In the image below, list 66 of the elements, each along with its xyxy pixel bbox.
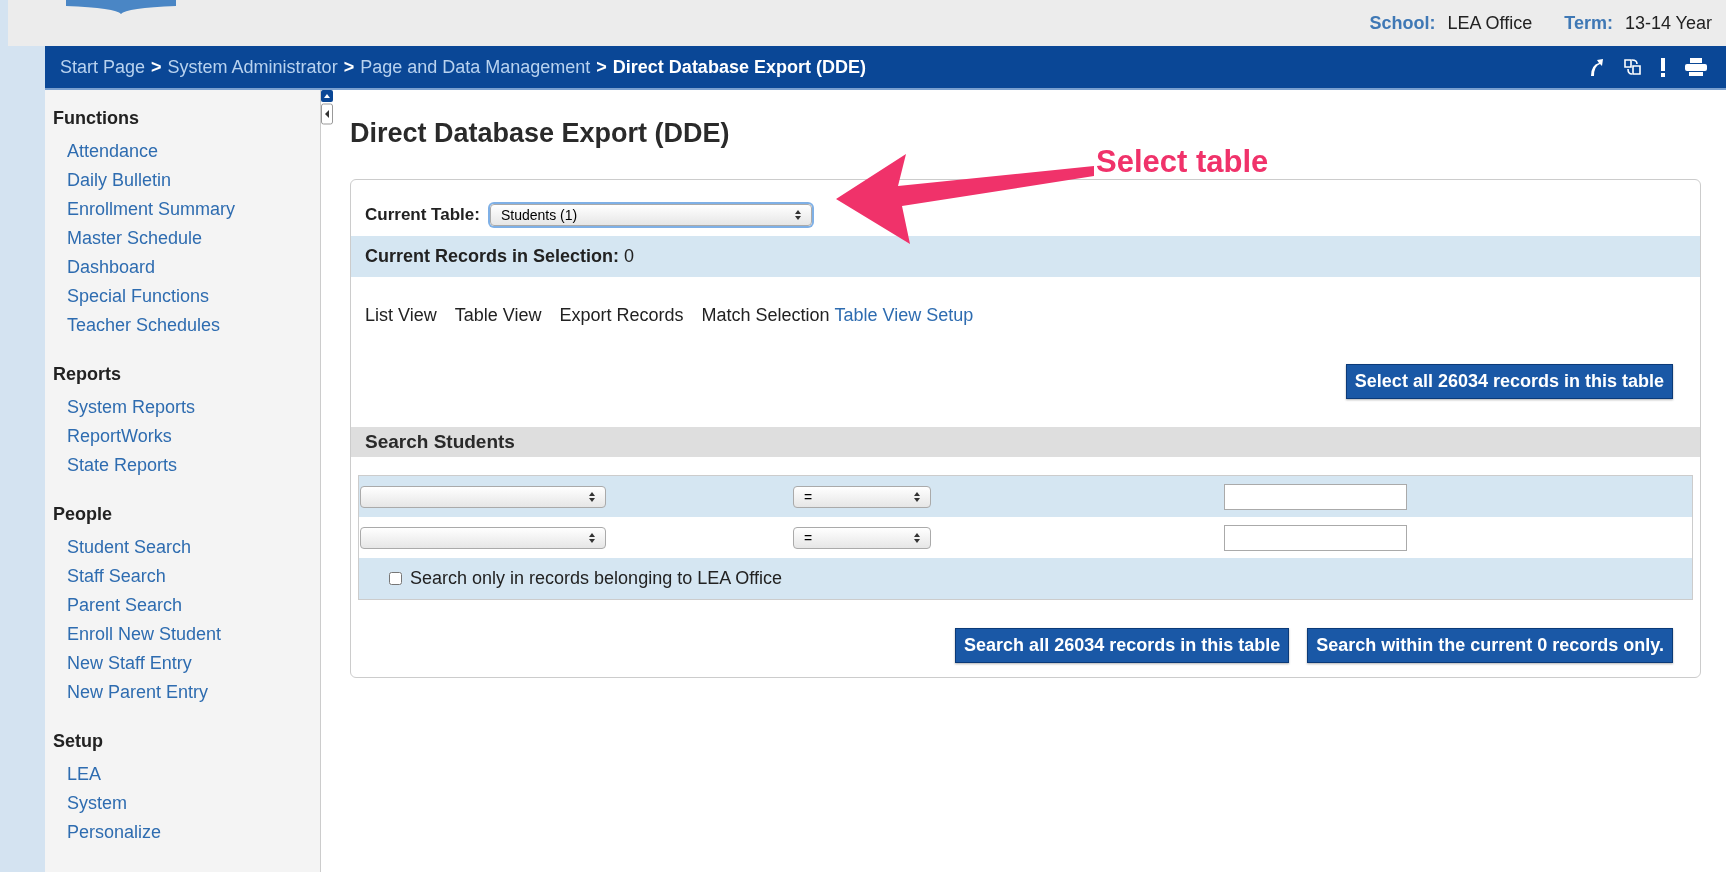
sidebar-link[interactable]: State Reports — [67, 451, 320, 480]
page-title: Direct Database Export (DDE) — [350, 118, 731, 149]
sidebar-link[interactable]: Attendance — [67, 137, 320, 166]
sidebar-heading: Reports — [53, 364, 122, 385]
value-input[interactable] — [1224, 483, 1407, 510]
restrict-label: Search only in records belonging to LEA Office — [410, 568, 782, 589]
view-link[interactable]: Table View — [454, 305, 542, 326]
search-button[interactable]: Search within the current 0 records only. — [1307, 628, 1673, 663]
search-heading: Search Students — [365, 431, 515, 452]
term-label: Term: — [1564, 13, 1613, 33]
current-table-label: Current Table: — [365, 205, 480, 225]
updown-icon — [589, 491, 595, 502]
share-arrow-icon[interactable] — [1588, 57, 1604, 77]
translate-icon[interactable] — [1622, 57, 1642, 77]
sidebar-link[interactable]: Staff Search — [67, 562, 320, 591]
alert-icon[interactable] — [1660, 57, 1666, 77]
search-button[interactable]: Search all 26034 records in this table — [955, 628, 1290, 663]
sidebar-link[interactable]: Parent Search — [67, 591, 320, 620]
view-link[interactable]: Table View Setup — [834, 305, 974, 326]
sidebar-link[interactable]: LEA — [67, 760, 320, 789]
sidebar-link[interactable]: Enroll New Student — [67, 620, 320, 649]
table-select[interactable]: Students (1) — [489, 204, 812, 226]
school-label: School: — [1369, 13, 1436, 33]
sidebar-link[interactable]: Dashboard — [67, 253, 320, 282]
updown-icon — [914, 532, 920, 543]
value-input[interactable] — [1224, 524, 1407, 551]
sidebar-link[interactable]: System — [67, 789, 320, 818]
breadcrumb-link[interactable]: System Administrator — [167, 56, 338, 78]
restrict-checkbox[interactable] — [389, 572, 402, 585]
sidebar-heading: People — [53, 504, 114, 525]
updown-icon — [794, 210, 801, 220]
sidebar-link[interactable]: Personalize — [67, 818, 320, 847]
selection-count: Current Records in Selection: 0 — [365, 246, 635, 266]
sidebar-link[interactable]: Master Schedule — [67, 224, 320, 253]
sidebar-link[interactable]: Enrollment Summary — [67, 195, 320, 224]
sidebar-link[interactable]: New Parent Entry — [67, 678, 320, 707]
operator-select[interactable]: = — [793, 526, 931, 549]
breadcrumb-link[interactable]: Page and Data Management — [360, 56, 591, 78]
sidebar-link[interactable]: Student Search — [67, 533, 320, 562]
breadcrumb-separator: > — [343, 56, 355, 78]
sidebar-heading: Setup — [53, 731, 104, 752]
sidebar-heading: Functions — [53, 108, 140, 129]
print-icon[interactable] — [1684, 57, 1708, 77]
operator-select[interactable]: = — [793, 485, 931, 508]
school-name: LEA Office — [1447, 13, 1533, 33]
breadcrumb-separator: > — [596, 56, 607, 78]
collapse-tab-icon[interactable] — [321, 90, 333, 126]
select-all-button[interactable]: Select all 26034 records in this table — [1345, 364, 1673, 399]
view-link[interactable]: List View — [365, 305, 437, 326]
term-name: 13-14 Year — [1624, 13, 1712, 33]
sidebar-link[interactable]: Special Functions — [67, 282, 320, 311]
sidebar-link[interactable]: Daily Bulletin — [67, 166, 320, 195]
sidebar-link[interactable]: New Staff Entry — [67, 649, 320, 678]
sidebar-link[interactable]: Teacher Schedules — [67, 311, 320, 340]
view-link[interactable]: Export Records — [559, 305, 684, 326]
sidebar-link[interactable]: ReportWorks — [67, 422, 320, 451]
breadcrumb-separator: > — [151, 56, 162, 78]
view-link[interactable]: Match Selection — [701, 305, 830, 326]
breadcrumb-link[interactable]: Direct Database Export (DDE) — [612, 56, 866, 78]
sidebar-link[interactable]: System Reports — [67, 393, 320, 422]
updown-icon — [914, 491, 920, 502]
updown-icon — [589, 532, 595, 543]
annotation-text: Select table — [1096, 144, 1269, 180]
field-select[interactable] — [360, 485, 606, 508]
breadcrumb-link[interactable]: Start Page — [60, 56, 146, 78]
field-select[interactable] — [360, 526, 606, 549]
